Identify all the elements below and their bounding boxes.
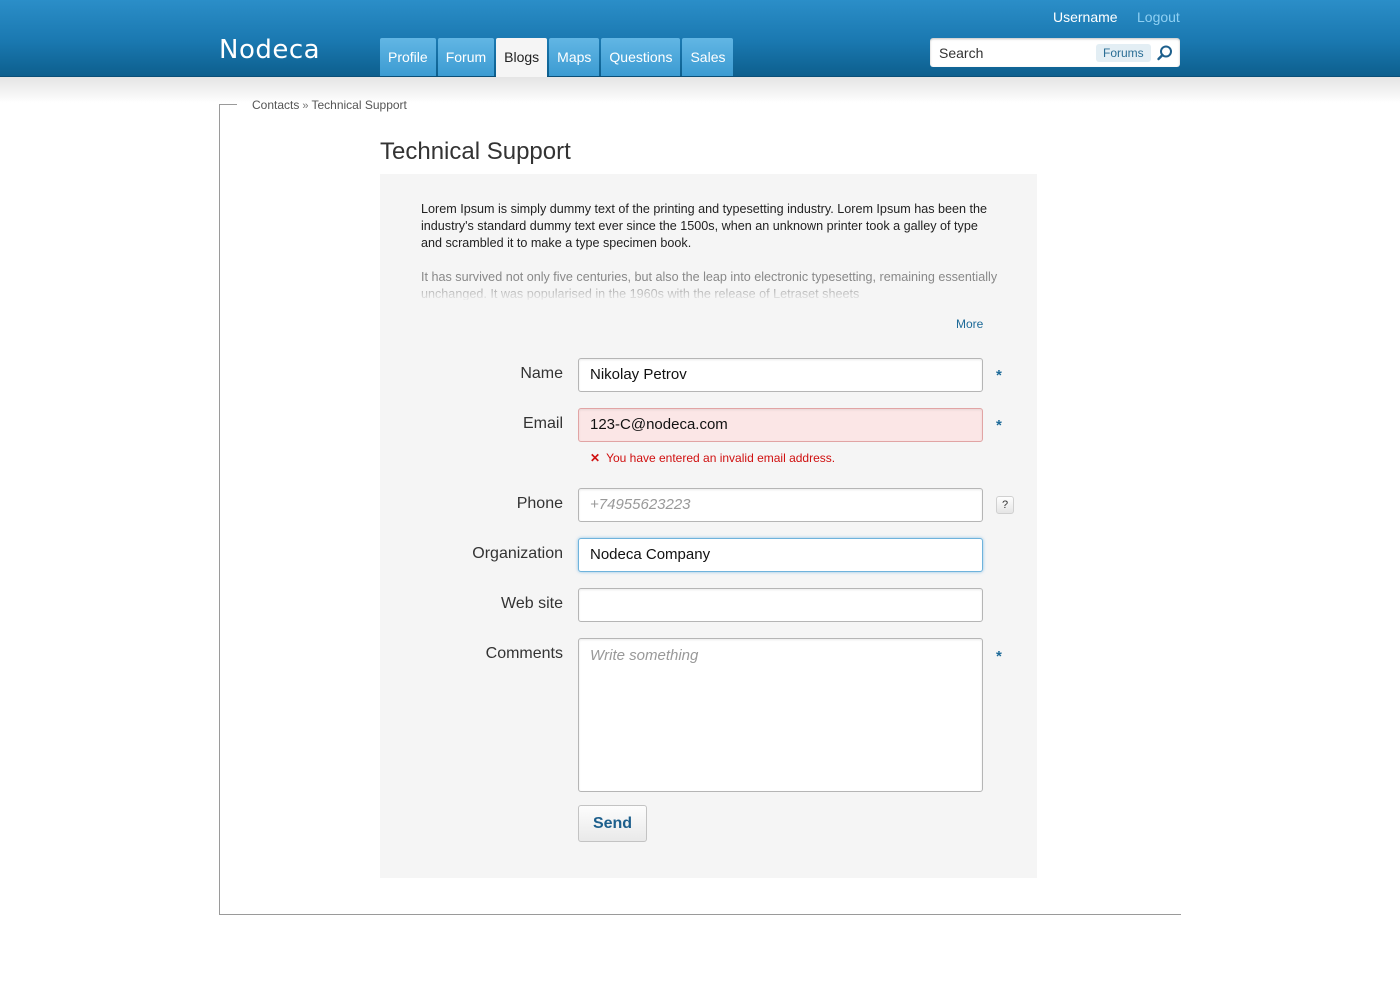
search-input[interactable]: Search [939, 45, 983, 61]
tab-forum[interactable]: Forum [437, 38, 495, 76]
phone-help-button[interactable]: ? [996, 496, 1014, 514]
breadcrumb: Contacts» Technical Support [252, 98, 407, 112]
search-icon[interactable] [1156, 44, 1174, 62]
website-label: Web site [501, 595, 563, 612]
breadcrumb-contacts[interactable]: Contacts [252, 98, 299, 112]
intro-fade [421, 282, 1001, 302]
name-field[interactable]: Nikolay Petrov [578, 358, 983, 392]
tab-profile[interactable]: Profile [380, 38, 436, 76]
header-shadow [0, 77, 1400, 103]
tab-sales[interactable]: Sales [682, 38, 734, 76]
comments-field[interactable]: Write something [578, 638, 983, 792]
tab-blogs[interactable]: Blogs [496, 38, 548, 77]
search-box[interactable]: Search Forums [930, 38, 1180, 67]
phone-field[interactable]: +74955623223 [578, 488, 983, 522]
tab-questions[interactable]: Questions [601, 38, 681, 76]
logout-link[interactable]: Logout [1137, 9, 1180, 25]
tab-maps[interactable]: Maps [549, 38, 600, 76]
website-field[interactable] [578, 588, 983, 622]
content-frame-left [219, 104, 220, 915]
email-field[interactable]: 123-C@nodeca.com [578, 408, 983, 442]
email-required-marker: * [996, 417, 1002, 434]
breadcrumb-current: Technical Support [311, 98, 407, 112]
more-link[interactable]: More [956, 317, 983, 331]
email-error-text: You have entered an invalid email addres… [606, 451, 836, 465]
comments-label: Comments [485, 645, 563, 662]
content-frame-tick [219, 104, 237, 105]
username-link[interactable]: Username [1053, 9, 1118, 25]
organization-label: Organization [472, 545, 563, 562]
intro-text: Lorem Ipsum is simply dummy text of the … [421, 201, 1001, 252]
email-error-message: ✕ You have entered an invalid email addre… [590, 451, 835, 465]
name-label: Name [520, 365, 563, 382]
email-label: Email [522, 415, 563, 432]
phone-label: Phone [516, 495, 563, 512]
error-icon: ✕ [590, 451, 601, 465]
search-scope-button[interactable]: Forums [1096, 44, 1151, 62]
breadcrumb-separator: » [302, 100, 309, 112]
name-required-marker: * [996, 367, 1002, 384]
intro-paragraph-1: Lorem Ipsum is simply dummy text of the … [421, 202, 988, 250]
site-logo[interactable]: Nodeca [219, 35, 320, 65]
comments-required-marker: * [996, 648, 1002, 665]
send-button[interactable]: Send [578, 805, 647, 842]
page-title: Technical Support [380, 138, 571, 165]
content-frame-bottom [219, 914, 1181, 915]
top-header: Nodeca Username Logout Profile Forum Blo… [0, 0, 1400, 77]
main-nav-tabs: Profile Forum Blogs Maps Questions Sales [380, 38, 735, 77]
organization-field[interactable]: Nodeca Company [578, 538, 983, 572]
